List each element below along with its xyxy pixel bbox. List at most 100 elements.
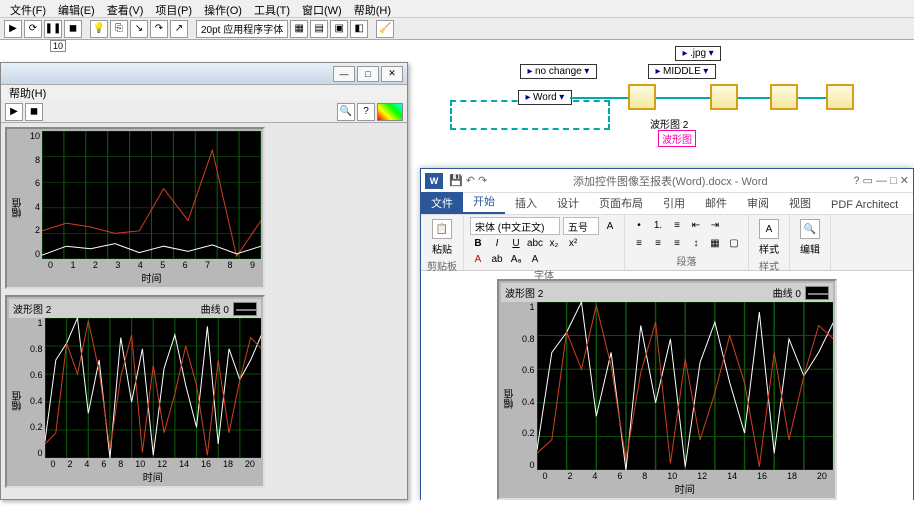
menu-edit[interactable]: 编辑(E): [52, 0, 101, 17]
waveform-graph-2[interactable]: 波形图 2 曲线 0 幅值 10.80.60.40.20 02468101214…: [5, 295, 265, 488]
tab-layout[interactable]: 页面布局: [589, 192, 653, 214]
fp-icon[interactable]: [377, 103, 403, 121]
bd-const-10[interactable]: 10: [50, 40, 66, 52]
fp-run-button[interactable]: ▶: [5, 103, 23, 121]
highlight-button[interactable]: ab: [489, 251, 505, 267]
align-left-button[interactable]: ≡: [631, 235, 647, 251]
ribbon-paragraph-group: • 1. ≡ ⇤ ⇥ ≡ ≡ ≡ ↕ ▦ ▢ 段落: [625, 215, 749, 270]
fp-stop-button[interactable]: ◼: [25, 103, 43, 121]
align-button[interactable]: ▦: [290, 20, 308, 38]
qat-save-icon[interactable]: 💾: [449, 174, 463, 187]
multilevel-button[interactable]: ≡: [669, 217, 685, 233]
tab-insert[interactable]: 插入: [505, 192, 547, 214]
resize-button[interactable]: ▣: [330, 20, 348, 38]
run-button[interactable]: ▶: [4, 20, 22, 38]
chart2-legend[interactable]: 曲线 0: [201, 301, 257, 316]
bullets-button[interactable]: •: [631, 217, 647, 233]
menu-operate[interactable]: 操作(O): [198, 0, 248, 17]
font-name-selector[interactable]: 宋体 (中文正文): [470, 217, 560, 235]
word-document-body[interactable]: 波形图 2 曲线 0 幅值 10.80.60.40.20 02468101214…: [421, 271, 913, 508]
align-center-button[interactable]: ≡: [650, 235, 666, 251]
tab-ref[interactable]: 引用: [653, 192, 695, 214]
fp-search-button[interactable]: 🔍: [337, 103, 355, 121]
highlight-button[interactable]: 💡: [90, 20, 108, 38]
bd-word-const[interactable]: ▸Word▾: [518, 90, 572, 105]
word-embedded-chart[interactable]: 波形图 2 曲线 0 幅值 10.80.60.40.20 02468101214…: [497, 279, 837, 500]
word-ribbon-toggle-icon[interactable]: ▭: [863, 174, 873, 187]
menu-window[interactable]: 窗口(W): [296, 0, 348, 17]
fp-titlebar[interactable]: — □ ✕: [1, 63, 407, 85]
minimize-button[interactable]: —: [333, 66, 355, 82]
reorder-button[interactable]: ◧: [350, 20, 368, 38]
align-right-button[interactable]: ≡: [669, 235, 685, 251]
bd-wire: [570, 97, 628, 99]
styles-button[interactable]: A样式: [755, 217, 783, 258]
menu-tools[interactable]: 工具(T): [248, 0, 296, 17]
maximize-button[interactable]: □: [357, 66, 379, 82]
step-out-button[interactable]: ↗: [170, 20, 188, 38]
bd-report-vi-3[interactable]: [770, 84, 798, 110]
borders-button[interactable]: ▢: [726, 235, 742, 251]
word-chart-legend[interactable]: 曲线 0: [773, 285, 829, 300]
paste-button[interactable]: 📋粘贴: [427, 217, 457, 258]
bd-report-vi-2[interactable]: [710, 84, 738, 110]
waveform-graph-1[interactable]: 幅值 1086420 0123456789 时间: [5, 127, 265, 289]
grow-font-button[interactable]: A: [602, 218, 618, 234]
menu-project[interactable]: 项目(P): [149, 0, 198, 17]
cleanup-button[interactable]: 🧹: [376, 20, 394, 38]
stop-button[interactable]: ◼: [64, 20, 82, 38]
bd-report-vi-1[interactable]: [628, 84, 656, 110]
chart1-xticks: 0123456789: [42, 259, 261, 270]
distribute-button[interactable]: ▤: [310, 20, 328, 38]
sub-button[interactable]: x₂: [546, 235, 562, 251]
bd-middle-const[interactable]: ▸MIDDLE▾: [648, 64, 716, 79]
step-in-button[interactable]: ↘: [130, 20, 148, 38]
tab-review[interactable]: 审阅: [737, 192, 779, 214]
indent-inc-button[interactable]: ⇥: [707, 217, 723, 233]
tab-home[interactable]: 开始: [463, 190, 505, 214]
word-help-icon[interactable]: ?: [853, 175, 859, 187]
tab-design[interactable]: 设计: [547, 192, 589, 214]
step-over-button[interactable]: ↷: [150, 20, 168, 38]
find-button[interactable]: 🔍编辑: [796, 217, 824, 258]
fp-help-button[interactable]: ?: [357, 103, 375, 121]
front-panel-window: — □ ✕ 帮助(H) ▶ ◼ 🔍 ? 幅值 1086420 012345678…: [0, 62, 408, 500]
block-diagram[interactable]: ▸no change▾ ▸Word▾ ▸.jpg▾ ▸MIDDLE▾ 波形图 2…: [410, 40, 914, 170]
close-button[interactable]: ✕: [381, 66, 403, 82]
tab-pdf[interactable]: PDF Architect: [821, 196, 908, 214]
char-spacing-button[interactable]: Aₐ: [508, 251, 524, 267]
underline-button[interactable]: U: [508, 235, 524, 251]
sup-button[interactable]: x²: [565, 235, 581, 251]
menu-view[interactable]: 查看(V): [101, 0, 150, 17]
menu-file[interactable]: 文件(F): [4, 0, 52, 17]
word-maximize-button[interactable]: □: [890, 175, 897, 187]
retain-button[interactable]: ⎘: [110, 20, 128, 38]
font-size-selector[interactable]: 五号: [563, 217, 599, 235]
strike-button[interactable]: abc: [527, 235, 543, 251]
bold-button[interactable]: B: [470, 235, 486, 251]
font-color-button[interactable]: A: [470, 251, 486, 267]
indent-dec-button[interactable]: ⇤: [688, 217, 704, 233]
word-close-button[interactable]: ✕: [900, 174, 909, 187]
fp-menu-help[interactable]: 帮助(H): [5, 85, 50, 101]
line-spacing-button[interactable]: ↕: [688, 235, 704, 251]
italic-button[interactable]: I: [489, 235, 505, 251]
pause-button[interactable]: ❚❚: [44, 20, 62, 38]
qat-undo-icon[interactable]: ↶: [466, 174, 475, 187]
tab-file[interactable]: 文件: [421, 192, 463, 214]
menu-help[interactable]: 帮助(H): [348, 0, 397, 17]
word-chart-xlabel: 时间: [537, 481, 833, 496]
font-selector[interactable]: 20pt 应用程序字体: [196, 20, 288, 38]
numbering-button[interactable]: 1.: [650, 217, 666, 233]
text-effects-button[interactable]: A: [527, 251, 543, 267]
run-cont-button[interactable]: ⟳: [24, 20, 42, 38]
tab-mail[interactable]: 邮件: [695, 192, 737, 214]
qat-redo-icon[interactable]: ↷: [478, 174, 487, 187]
word-minimize-button[interactable]: —: [876, 175, 887, 187]
bd-jpg-const[interactable]: ▸.jpg▾: [675, 46, 721, 61]
bd-wfg-ref[interactable]: 波形图: [658, 130, 696, 147]
bd-nochange-const[interactable]: ▸no change▾: [520, 64, 597, 79]
shading-button[interactable]: ▦: [707, 235, 723, 251]
tab-view[interactable]: 视图: [779, 192, 821, 214]
bd-report-vi-4[interactable]: [826, 84, 854, 110]
